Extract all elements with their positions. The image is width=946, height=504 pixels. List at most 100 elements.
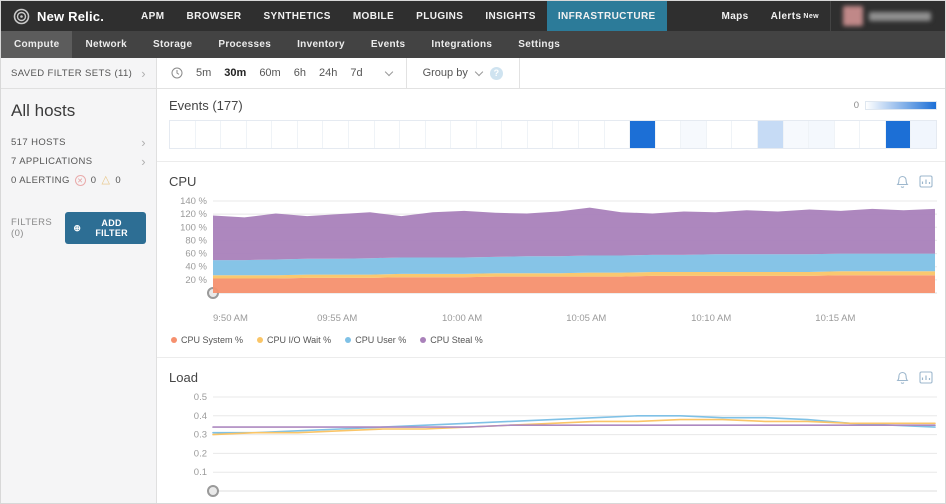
alerting-row: 0 ALERTING ✕ 0 △ 0 <box>11 171 146 190</box>
applications-row[interactable]: 7 APPLICATIONS › <box>11 152 146 171</box>
heatmap-cell[interactable] <box>706 121 733 148</box>
legend-label: CPU User % <box>355 335 407 345</box>
heatmap-cell[interactable] <box>655 121 682 148</box>
avatar <box>843 6 863 26</box>
nav-mobile[interactable]: MOBILE <box>342 1 405 31</box>
legend-cpu-user[interactable]: CPU User % <box>345 335 406 345</box>
heatmap-cell[interactable] <box>195 121 222 148</box>
heatmap-cell[interactable] <box>885 121 912 148</box>
line-series <box>212 424 936 428</box>
nav-synthetics[interactable]: SYNTHETICS <box>252 1 341 31</box>
heatmap-cell[interactable] <box>783 121 810 148</box>
svg-text:140 %: 140 % <box>180 196 207 207</box>
heatmap-cell[interactable] <box>400 121 426 148</box>
tab-storage[interactable]: Storage <box>140 31 205 58</box>
chevron-right-icon: › <box>141 135 146 150</box>
hosts-row[interactable]: 517 HOSTS › <box>11 133 146 152</box>
range-7d[interactable]: 7d <box>350 67 362 79</box>
tab-integrations[interactable]: Integrations <box>418 31 505 58</box>
line-series <box>212 415 936 434</box>
timeline-scrubber[interactable] <box>207 485 219 497</box>
chevron-down-icon <box>474 67 484 76</box>
heatmap-cell[interactable] <box>527 121 554 148</box>
heatmap-cell[interactable] <box>502 121 528 148</box>
tab-compute[interactable]: Compute <box>1 31 73 58</box>
heatmap-cell[interactable] <box>579 121 605 148</box>
range-60m[interactable]: 60m <box>259 67 280 79</box>
legend-dot <box>171 337 177 343</box>
x-tick-label: 10:10 AM <box>691 313 732 324</box>
load-chart-title: Load <box>169 370 198 385</box>
heatmap-cell[interactable] <box>323 121 349 148</box>
nav-plugins[interactable]: PLUGINS <box>405 1 474 31</box>
saved-filter-sets[interactable]: SAVED FILTER SETS (11) › <box>1 58 156 89</box>
heatmap-cell[interactable] <box>425 121 452 148</box>
nav-apm[interactable]: APM <box>130 1 175 31</box>
tab-network[interactable]: Network <box>72 31 140 58</box>
heatmap-cell[interactable] <box>834 121 861 148</box>
help-icon[interactable]: ? <box>489 66 503 80</box>
load-line-chart[interactable]: 0.5 0.4 0.3 0.2 0.1 <box>169 391 939 501</box>
heatmap-cell[interactable] <box>170 121 196 148</box>
svg-text:100 %: 100 % <box>180 222 207 233</box>
view-chart-data-icon[interactable] <box>919 371 933 384</box>
tab-settings[interactable]: Settings <box>505 31 573 58</box>
nav-infrastructure[interactable]: INFRASTRUCTURE <box>546 1 667 31</box>
range-24h[interactable]: 24h <box>319 67 337 79</box>
tab-inventory[interactable]: Inventory <box>284 31 358 58</box>
legend-cpu-steal[interactable]: CPU Steal % <box>420 335 483 345</box>
heatmap-cell[interactable] <box>553 121 579 148</box>
cpu-chart-title: CPU <box>169 174 197 189</box>
range-30m[interactable]: 30m <box>224 67 246 79</box>
top-nav-right: Maps Alerts New <box>710 1 945 31</box>
x-tick-label: 9:50 AM <box>213 313 248 324</box>
alert-bell-icon[interactable] <box>896 371 909 385</box>
heatmap-cell[interactable] <box>272 121 298 148</box>
heatmap-cell[interactable] <box>374 121 401 148</box>
nav-maps[interactable]: Maps <box>710 1 759 31</box>
add-filter-button[interactable]: ⊕ ADD FILTER <box>65 212 146 244</box>
nav-browser[interactable]: BROWSER <box>175 1 252 31</box>
legend-cpu-system[interactable]: CPU System % <box>171 335 243 345</box>
heatmap-cell[interactable] <box>604 121 631 148</box>
legend-dot <box>420 337 427 343</box>
nav-insights[interactable]: INSIGHTS <box>474 1 546 31</box>
heatmap-cell[interactable] <box>681 121 707 148</box>
heatmap-cell[interactable] <box>630 121 656 148</box>
warning-triangle-icon: △ <box>101 174 111 186</box>
svg-text:0.4: 0.4 <box>194 411 207 422</box>
brand[interactable]: New Relic. <box>1 1 130 31</box>
chevron-down-icon[interactable] <box>384 67 393 76</box>
x-tick-label: 10:05 AM <box>566 313 607 324</box>
tab-processes[interactable]: Processes <box>205 31 284 58</box>
heatmap-cell[interactable] <box>221 121 247 148</box>
events-heat-legend: 0 <box>854 100 937 111</box>
x-tick-label: 10:15 AM <box>815 313 856 324</box>
heatmap-cell[interactable] <box>860 121 886 148</box>
heatmap-cell[interactable] <box>451 121 477 148</box>
user-menu[interactable] <box>830 1 945 31</box>
legend-dot <box>257 337 264 343</box>
alert-bell-icon[interactable] <box>896 175 909 189</box>
primary-nav: APM BROWSER SYNTHETICS MOBILE PLUGINS IN… <box>130 1 667 31</box>
heatmap-cell[interactable] <box>476 121 503 148</box>
range-6h[interactable]: 6h <box>294 67 306 79</box>
heatmap-cell[interactable] <box>911 121 936 148</box>
nav-alerts[interactable]: Alerts New <box>760 1 830 31</box>
heatmap-cell[interactable] <box>757 121 784 148</box>
heatmap-cell[interactable] <box>348 121 375 148</box>
heatmap-cell[interactable] <box>246 121 273 148</box>
chevron-right-icon: › <box>141 65 146 81</box>
heatmap-cell[interactable] <box>809 121 835 148</box>
events-section: Events (177) 0 <box>157 89 945 162</box>
cpu-stacked-area-chart[interactable]: 140 % 120 % 100 % 80 % 60 % 40 % 20 % <box>169 195 939 307</box>
group-by-dropdown[interactable]: Group by ? <box>405 58 520 88</box>
legend-cpu-io-wait[interactable]: CPU I/O Wait % <box>257 335 331 345</box>
plus-circle-icon: ⊕ <box>73 222 82 233</box>
heatmap-cell[interactable] <box>732 121 758 148</box>
range-5m[interactable]: 5m <box>196 67 211 79</box>
warning-count: 0 <box>115 175 121 186</box>
view-chart-data-icon[interactable] <box>919 175 933 188</box>
tab-events[interactable]: Events <box>358 31 419 58</box>
heatmap-cell[interactable] <box>297 121 324 148</box>
